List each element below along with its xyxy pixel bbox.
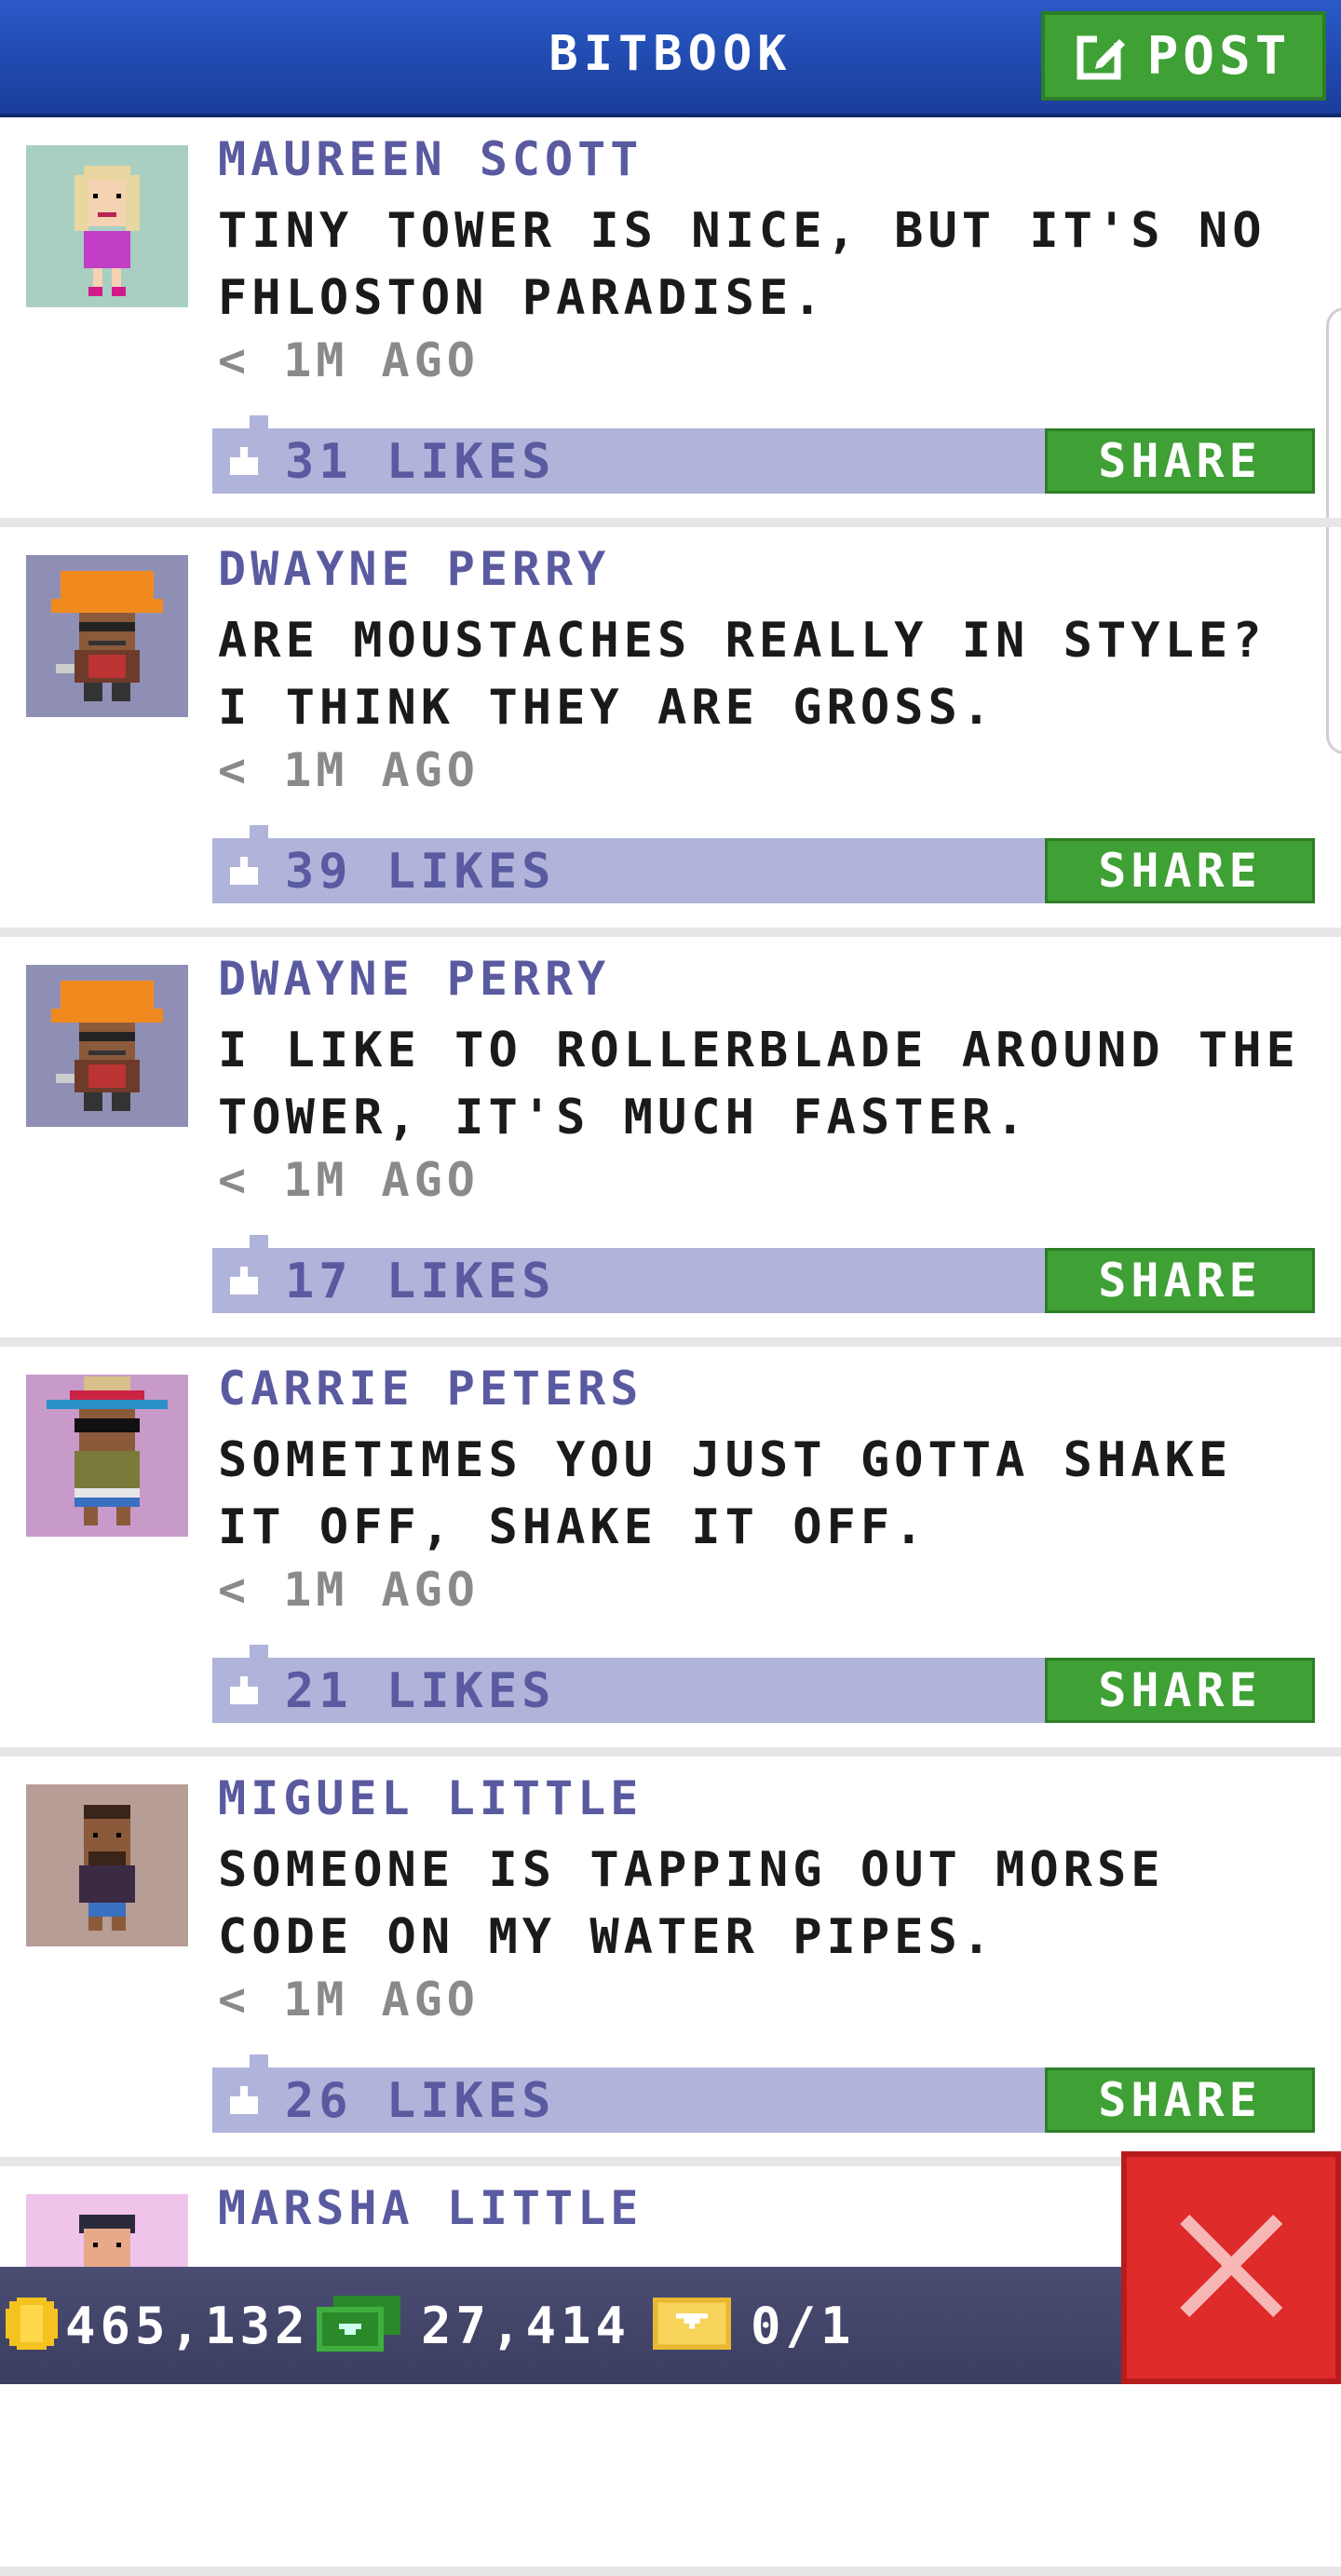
feed-post: CARRIE PETERS SOMETIMES YOU JUST GOTTA S… [0,1347,1341,1756]
like-bar[interactable]: 26 LIKES SHARE [212,2068,1315,2133]
post-author[interactable]: MAUREEN SCOTT [218,132,643,186]
avatar[interactable] [26,145,188,307]
coin-count: 465,132 [65,2296,310,2355]
feed-post: MAUREEN SCOTT TINY TOWER IS NICE, BUT IT… [0,117,1341,527]
post-text: ARE MOUSTACHES REALLY IN STYLE? I THINK … [218,613,1266,736]
share-button[interactable]: SHARE [1045,1658,1315,1723]
post-text: TINY TOWER IS NICE, BUT IT'S NO FHLOSTON… [218,203,1266,326]
feed-post: MIGUEL LITTLE SOMEONE IS TAPPING OUT MOR… [0,1756,1341,2166]
post-time: < 1M AGO [218,1973,480,2027]
like-count: 21 LIKES [285,1663,556,1719]
thumbs-up-icon [225,1263,263,1302]
post-author[interactable]: DWAYNE PERRY [218,542,610,596]
like-bar[interactable]: 17 LIKES SHARE [212,1248,1315,1313]
like-count: 17 LIKES [285,1254,556,1309]
post-time: < 1M AGO [218,1153,480,1207]
avatar[interactable] [26,1375,188,1537]
like-count: 26 LIKES [285,2073,556,2129]
edit-icon [1077,30,1129,82]
feed-post: DWAYNE PERRY I LIKE TO ROLLERBLADE AROUN… [0,937,1341,1347]
ticket-count: 0/1 [751,2296,856,2355]
post-text: SOMEONE IS TAPPING OUT MORSE CODE ON MY … [218,1842,1165,1965]
post-time: < 1M AGO [218,1563,480,1617]
post-text: SOMETIMES YOU JUST GOTTA SHAKE IT OFF, S… [218,1432,1233,1555]
avatar[interactable] [26,555,188,717]
bux-count: 27,414 [421,2296,631,2355]
post-text: I LIKE TO ROLLERBLADE AROUND THE TOWER, … [218,1023,1300,1146]
post-time: < 1M AGO [218,333,480,387]
share-button[interactable]: SHARE [1045,2068,1315,2133]
thumbs-up-icon [225,853,263,892]
share-button[interactable]: SHARE [1045,838,1315,903]
like-bar[interactable]: 31 LIKES SHARE [212,428,1315,494]
post-time: < 1M AGO [218,743,480,797]
thumbs-up-icon [225,2082,263,2122]
post-label: POST [1146,25,1292,87]
close-button[interactable] [1121,2151,1341,2384]
avatar[interactable] [26,1784,188,1946]
bux-stat: 27,414 [317,2267,630,2384]
post-author[interactable]: CARRIE PETERS [218,1362,643,1416]
thumbs-up-icon [225,1673,263,1712]
thumbs-up-icon [225,443,263,482]
like-bar[interactable]: 39 LIKES SHARE [212,838,1315,903]
bux-icon [317,2296,400,2355]
close-icon [1180,2215,1282,2321]
share-button[interactable]: SHARE [1045,428,1315,494]
like-bar[interactable]: 21 LIKES SHARE [212,1658,1315,1723]
ticket-stat: 0/1 [652,2267,856,2384]
avatar[interactable] [26,965,188,1127]
post-author[interactable]: DWAYNE PERRY [218,952,610,1006]
feed-post: DWAYNE PERRY ARE MOUSTACHES REALLY IN ST… [0,527,1341,937]
post-author[interactable]: MIGUEL LITTLE [218,1771,643,1825]
coin-stat: 465,132 [6,2267,310,2384]
coin-icon [6,2298,58,2353]
like-count: 39 LIKES [285,844,556,900]
post-button[interactable]: POST [1041,11,1326,101]
post-author[interactable]: MARSHA LITTLE [218,2181,643,2235]
share-button[interactable]: SHARE [1045,1248,1315,1313]
header-bar: BITBOOK POST [0,0,1341,117]
ticket-icon [652,2298,732,2353]
like-count: 31 LIKES [285,434,556,490]
